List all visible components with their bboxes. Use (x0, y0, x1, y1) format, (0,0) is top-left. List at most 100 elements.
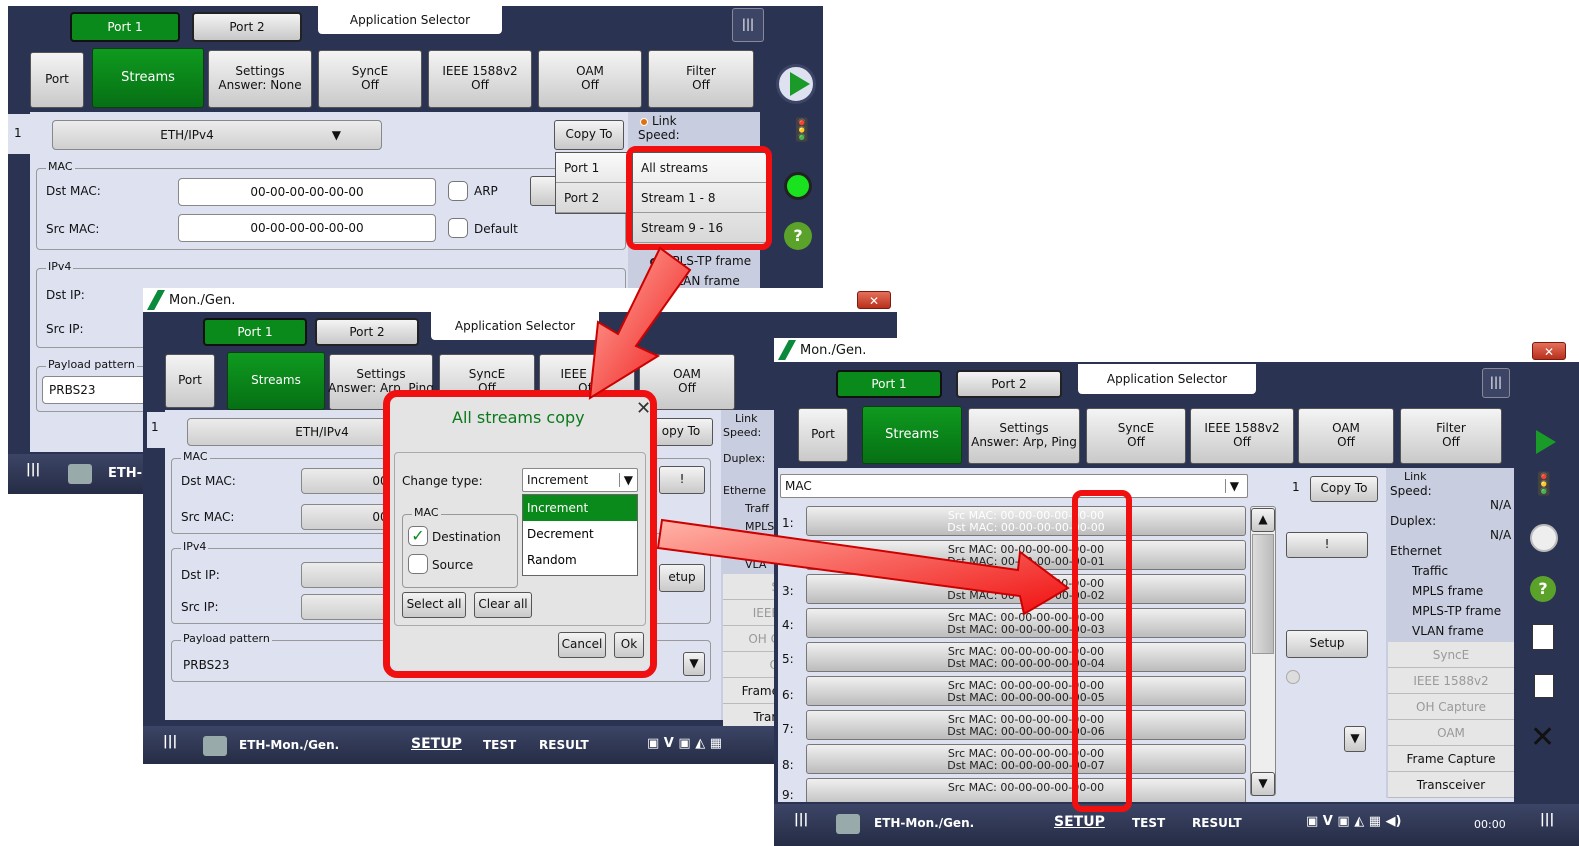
copy-to-button[interactable]: Copy To▼ (1310, 476, 1378, 502)
nav-result[interactable]: RESULT (539, 738, 589, 752)
scroll-up-icon[interactable]: ▲ (1251, 508, 1275, 532)
tab-ieee1588[interactable]: IEEE 1588v2 Off (1190, 408, 1294, 464)
src-mac-label: Src MAC: (181, 510, 235, 524)
port2-tab[interactable]: Port 2 (956, 370, 1062, 398)
menu-handle-right-icon[interactable]: ||| (1540, 812, 1554, 827)
port1-tab[interactable]: Port 1 (836, 370, 942, 398)
side-list: SyncE IEEE 1588v2 OH Capture OAM Frame C… (1388, 642, 1514, 798)
speed-value: N/A (1490, 498, 1512, 512)
frame-type-dropdown[interactable]: ETH/IPv4 ▼ (52, 120, 382, 150)
report-icon[interactable] (1532, 624, 1554, 650)
stream-row-5[interactable]: Src MAC: 00-00-00-00-00-00 Dst MAC: 00-00… (806, 642, 1246, 672)
side-synce[interactable]: SyncE (1388, 642, 1514, 668)
side-oh-capture[interactable]: OH Capture (1388, 694, 1514, 720)
copy-to-button[interactable]: Copy To (554, 120, 624, 150)
application-selector[interactable]: Application Selector (431, 312, 599, 340)
menu-handle-bottom-icon[interactable]: ||| (163, 734, 177, 749)
src-mac-field[interactable]: 00-00-00-00-00-00 (178, 214, 436, 242)
setup-button[interactable]: Setup (1286, 630, 1368, 658)
setup-button[interactable]: etup (659, 564, 705, 592)
tab-oam[interactable]: OAM Off (1298, 408, 1394, 464)
close-icon[interactable]: ✕ (1532, 342, 1566, 360)
traffic-light-icon[interactable]: 🚦 (788, 118, 815, 143)
copy-menu-port1[interactable]: Port 1 (556, 153, 630, 183)
mpls-tp-radio[interactable] (650, 258, 658, 266)
stream-row-8[interactable]: Src MAC: 00-00-00-00-00-00 Dst MAC: 00-00… (806, 744, 1246, 774)
tab-filter[interactable]: Filter Off (1400, 408, 1502, 464)
link-label: Link (652, 114, 677, 128)
tab-oam[interactable]: OAM Off (538, 50, 642, 108)
tab-settings[interactable]: Settings Answer: Arp, Ping (968, 408, 1080, 464)
menu-handle-icon[interactable]: ||| (732, 8, 764, 42)
exit-icon[interactable]: ✕ (1530, 720, 1555, 755)
side-frame-capture[interactable]: Frame Capture (1388, 746, 1514, 772)
nav-setup[interactable]: SETUP (1054, 814, 1105, 830)
copy-menu-port2[interactable]: Port 2 (556, 183, 630, 213)
help-icon[interactable]: ? (784, 222, 812, 250)
mac-dropdown[interactable]: MAC ▼ (780, 474, 1248, 498)
tab-settings[interactable]: Settings Answer: None (208, 50, 312, 108)
menu-handle-icon[interactable]: ||| (1482, 368, 1510, 398)
tab-streams[interactable]: Streams (92, 48, 204, 108)
status-green-icon (784, 172, 812, 200)
stream-row-9[interactable]: Src MAC: 00-00-00-00-00-00 (806, 778, 1246, 802)
row-num-7: 7: (782, 722, 794, 736)
copy-to-button[interactable]: opy To (649, 418, 713, 446)
mpls-tp-label: MPLS-TP frame (662, 254, 752, 268)
side-transceiver[interactable]: Transceiver (1388, 772, 1514, 798)
excl-button[interactable]: ! (1286, 532, 1368, 558)
link-led-icon (640, 118, 648, 126)
tab-synce[interactable]: SyncE Off (318, 50, 422, 108)
ipv4-group-label: IPv4 (46, 260, 74, 273)
nav-setup[interactable]: SETUP (411, 736, 462, 752)
payload-chevron-icon[interactable]: ▼ (683, 652, 705, 676)
arp-checkbox[interactable] (448, 181, 468, 201)
port1-tab[interactable]: Port 1 (203, 318, 307, 346)
window-front-titlebar: Mon./Gen. (774, 338, 1579, 362)
nav-result[interactable]: RESULT (1192, 816, 1242, 830)
row-num-3: 3: (782, 584, 794, 598)
nav-test[interactable]: TEST (1132, 816, 1165, 830)
tab-synce[interactable]: SyncE Off (1086, 408, 1186, 464)
dst-mac-field[interactable]: 00-00-00-00-00-00 (178, 178, 436, 206)
speed-label: Speed: (1390, 484, 1432, 498)
port2-tab[interactable]: Port 2 (192, 12, 302, 42)
port1-tab[interactable]: Port 1 (70, 12, 180, 42)
port2-tab[interactable]: Port 2 (315, 318, 419, 346)
stream-row-2[interactable]: Src MAC: 00-00-00-00-00-00 Dst MAC: 00-00… (806, 540, 1246, 570)
edit-icon[interactable] (1534, 674, 1554, 698)
tab-ieee1588[interactable]: IEEE 1588v2 Off (428, 50, 532, 108)
status-led-icon (1530, 524, 1558, 552)
stream-row-3[interactable]: Src MAC: 00-00-00-00-00-00 Dst MAC: 00-00… (806, 574, 1246, 604)
play-icon[interactable] (1536, 430, 1556, 454)
tab-port[interactable]: Port (165, 354, 215, 408)
scroll-down-icon[interactable]: ▼ (1251, 772, 1275, 796)
scroll-thumb[interactable] (1252, 534, 1274, 654)
stream-row-4[interactable]: Src MAC: 00-00-00-00-00-00 Dst MAC: 00-00… (806, 608, 1246, 638)
tab-port[interactable]: Port (30, 52, 84, 108)
default-checkbox[interactable] (448, 218, 468, 238)
payload-group-label: Payload pattern (181, 632, 272, 645)
dst-ip-label: Dst IP: (46, 288, 85, 302)
stream-row-1[interactable]: Src MAC: 00-00-00-00-00-00 Dst MAC: 00-00… (806, 506, 1246, 536)
close-icon[interactable]: ✕ (857, 291, 891, 309)
app-icon (203, 736, 227, 756)
row-num-4: 4: (782, 618, 794, 632)
tab-streams[interactable]: Streams (862, 406, 962, 464)
traffic-light-icon[interactable]: 🚦 (1530, 472, 1557, 497)
stream-row-7[interactable]: Src MAC: 00-00-00-00-00-00 Dst MAC: 00-00… (806, 710, 1246, 740)
stream-row-6[interactable]: Src MAC: 00-00-00-00-00-00 Dst MAC: 00-00… (806, 676, 1246, 706)
menu-handle-bottom-icon[interactable]: ||| (794, 812, 808, 827)
application-selector[interactable]: Application Selector (1078, 364, 1256, 394)
tab-port[interactable]: Port (798, 408, 848, 462)
side-ieee1588[interactable]: IEEE 1588v2 (1388, 668, 1514, 694)
help-icon[interactable]: ? (1530, 576, 1556, 602)
nav-test[interactable]: TEST (483, 738, 516, 752)
application-selector[interactable]: Application Selector (318, 6, 502, 34)
dropdown-chevron-icon[interactable]: ▼ (1344, 726, 1366, 752)
side-oam[interactable]: OAM (1388, 720, 1514, 746)
tab-filter[interactable]: Filter Off (648, 50, 754, 108)
tab-streams[interactable]: Streams (227, 352, 325, 410)
menu-handle-bottom-icon[interactable]: ||| (26, 462, 40, 477)
excl-button[interactable]: ! (659, 466, 705, 494)
